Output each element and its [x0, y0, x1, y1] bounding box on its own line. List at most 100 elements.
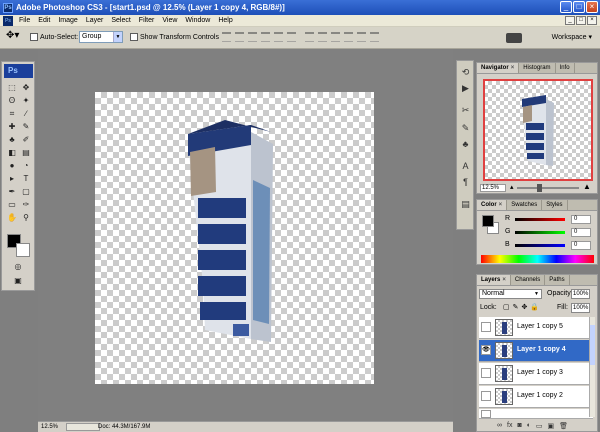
tab-color[interactable]: Color × [477, 200, 508, 210]
gradient-tool-icon[interactable]: ▤ [20, 147, 32, 158]
auto-select-option[interactable]: Auto-Select: [30, 32, 78, 44]
zoom-tool-icon[interactable]: ⚲ [20, 212, 32, 223]
doc-close-icon[interactable]: × [587, 16, 597, 25]
show-transform-option[interactable]: Show Transform Controls [130, 32, 219, 44]
distribute-hcenter-icon[interactable] [357, 32, 366, 42]
marquee-tool-icon[interactable]: ⬚ [6, 82, 18, 93]
lasso-tool-icon[interactable]: ʘ [6, 95, 18, 106]
history-brush-tool-icon[interactable]: ✐ [20, 134, 32, 145]
hand-tool-icon[interactable]: ✋ [6, 212, 18, 223]
tab-layers[interactable]: Layers × [477, 275, 511, 285]
actions-panel-icon[interactable]: ▶ [460, 83, 471, 94]
ps-menu-icon[interactable]: Ps [3, 15, 13, 26]
tab-channels[interactable]: Channels [511, 275, 546, 285]
layer-visibility-toggle[interactable] [481, 368, 491, 378]
align-right-icon[interactable] [287, 32, 296, 42]
show-transform-checkbox[interactable] [130, 33, 138, 42]
healing-brush-tool-icon[interactable]: ✚ [6, 121, 18, 132]
menu-image[interactable]: Image [54, 15, 81, 27]
layer-row[interactable]: Layer 1 copy 5 [479, 317, 593, 339]
align-left-icon[interactable] [261, 32, 270, 42]
zoom-in-icon[interactable]: ▲ [583, 182, 591, 191]
move-tool-icon[interactable]: ✥ [20, 82, 32, 93]
menu-edit[interactable]: Edit [34, 15, 54, 27]
align-top-icon[interactable] [222, 32, 231, 42]
tab-close-icon[interactable]: × [502, 277, 506, 283]
r-value-field[interactable]: 0 [571, 215, 591, 224]
doc-restore-icon[interactable]: □ [576, 16, 586, 25]
fill-field[interactable]: 100% [571, 303, 590, 313]
document-canvas[interactable] [95, 92, 374, 384]
new-group-icon[interactable]: ▭ [536, 422, 543, 430]
blend-mode-dropdown[interactable]: Normal ▼ [479, 289, 542, 299]
menu-file[interactable]: File [15, 15, 34, 27]
menu-view[interactable]: View [158, 15, 181, 27]
tab-histogram[interactable]: Histogram [519, 63, 556, 73]
move-tool-icon[interactable]: ✥▾ [6, 30, 19, 42]
color-fg-swatch[interactable] [482, 215, 494, 227]
shape-tool-icon[interactable]: ▢ [20, 186, 32, 197]
dodge-tool-icon[interactable]: ◔ [20, 160, 32, 171]
path-selection-tool-icon[interactable]: ▸ [6, 173, 18, 184]
tab-navigator[interactable]: Navigator × [477, 63, 520, 73]
menu-window[interactable]: Window [181, 15, 214, 27]
navigator-view-frame[interactable] [483, 79, 593, 181]
new-layer-icon[interactable]: ▣ [548, 422, 555, 430]
tab-paths[interactable]: Paths [545, 275, 570, 285]
layer-comps-icon[interactable]: ▤ [460, 199, 471, 210]
zoom-out-icon[interactable]: ▴ [510, 183, 514, 191]
adjustment-layer-icon[interactable]: ◐ [527, 422, 531, 429]
tab-styles[interactable]: Styles [542, 200, 568, 210]
status-zoom[interactable]: 12.5% [41, 422, 58, 432]
auto-select-checkbox[interactable] [30, 33, 38, 42]
slice-tool-icon[interactable]: ∕ [20, 108, 32, 119]
menu-select[interactable]: Select [107, 15, 134, 27]
distribute-right-icon[interactable] [370, 32, 379, 42]
workspace-button[interactable]: Workspace ▾ [552, 33, 592, 41]
align-bottom-icon[interactable] [248, 32, 257, 42]
layer-row-selected[interactable]: 👁 Layer 1 copy 4 [479, 340, 593, 362]
crop-tool-icon[interactable]: ⌗ [6, 108, 18, 119]
delete-layer-icon[interactable]: 🗑 [559, 422, 568, 430]
close-icon[interactable]: × [586, 1, 598, 13]
color-spectrum-bar[interactable] [481, 255, 594, 263]
b-value-field[interactable]: 0 [571, 241, 591, 250]
layer-style-icon[interactable]: fx [507, 422, 512, 429]
layer-row[interactable] [479, 409, 593, 419]
tab-close-icon[interactable]: × [499, 202, 503, 208]
distribute-top-icon[interactable] [305, 32, 314, 42]
brush-tool-icon[interactable]: ✎ [20, 121, 32, 132]
align-vcenter-icon[interactable] [235, 32, 244, 42]
canvas-area[interactable] [38, 49, 453, 421]
menu-layer[interactable]: Layer [82, 15, 108, 27]
menu-help[interactable]: Help [214, 15, 236, 27]
layer-visibility-toggle[interactable] [481, 410, 491, 418]
tab-info[interactable]: Info [556, 63, 575, 73]
distribute-vcenter-icon[interactable] [318, 32, 327, 42]
clone-source-icon[interactable]: ♣ [460, 139, 471, 150]
minimize-icon[interactable]: _ [560, 1, 572, 13]
r-slider[interactable] [515, 218, 565, 221]
quick-mask-icon[interactable]: ◎ [12, 261, 24, 272]
opacity-field[interactable]: 100% [571, 289, 590, 299]
zoom-slider-knob[interactable] [537, 184, 542, 192]
notes-tool-icon[interactable]: ▭ [6, 199, 18, 210]
b-slider[interactable] [515, 244, 565, 247]
g-slider[interactable] [515, 231, 565, 234]
auto-select-dropdown[interactable]: Group ▼ [79, 31, 123, 43]
layer-row[interactable]: Layer 1 copy 2 [479, 386, 593, 408]
eye-icon[interactable]: 👁 [481, 345, 491, 355]
clone-stamp-tool-icon[interactable]: ♣ [6, 134, 18, 145]
layer-row[interactable]: Layer 1 copy 3 [479, 363, 593, 385]
tool-presets-icon[interactable]: ✂ [460, 105, 471, 116]
layer-visibility-toggle[interactable] [481, 391, 491, 401]
type-tool-icon[interactable]: T [20, 173, 32, 184]
eyedropper-tool-icon[interactable]: ✑ [20, 199, 32, 210]
history-panel-icon[interactable]: ⟲ [460, 67, 471, 78]
blur-tool-icon[interactable]: ● [6, 160, 18, 171]
pen-tool-icon[interactable]: ✒ [6, 186, 18, 197]
navigator-zoom-field[interactable]: 12.5% [480, 184, 506, 192]
lock-icons[interactable]: ▢✎✥🔒 [503, 303, 542, 311]
link-layers-icon[interactable]: ∞ [497, 422, 502, 429]
background-color-swatch[interactable] [16, 243, 30, 257]
